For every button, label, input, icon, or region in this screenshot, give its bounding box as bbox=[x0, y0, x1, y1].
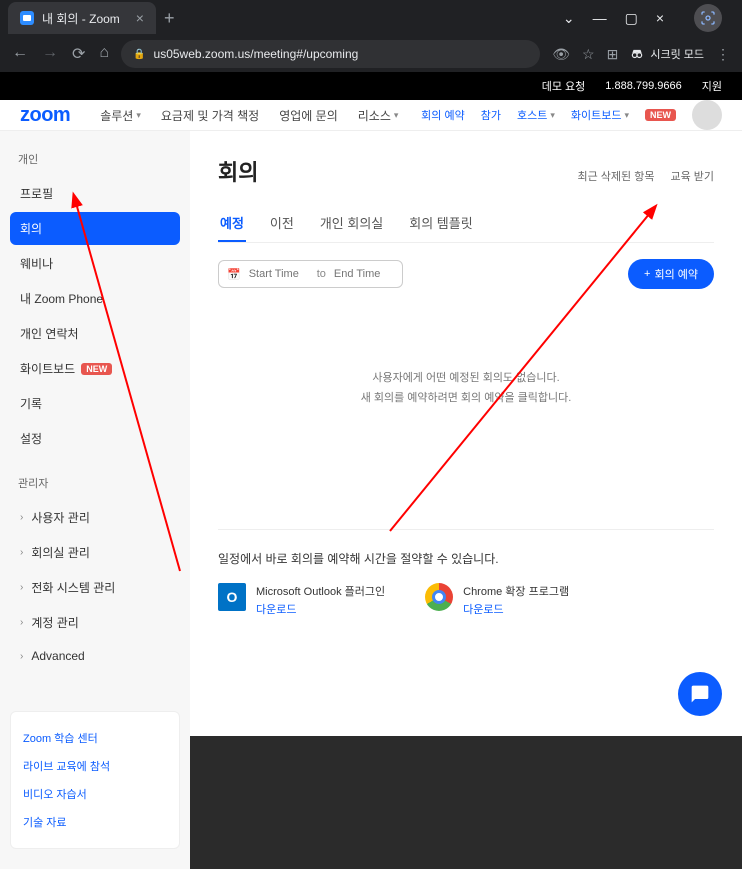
sidebar-item-webinar[interactable]: 웨비나 bbox=[10, 247, 180, 280]
minimize-icon[interactable]: — bbox=[593, 10, 607, 26]
chevron-down-icon[interactable]: ⌄ bbox=[563, 10, 575, 27]
top-info-bar: 데모 요청 1.888.799.9666 지원 bbox=[0, 72, 742, 100]
lens-icon[interactable] bbox=[694, 4, 722, 32]
incognito-badge[interactable]: 시크릿 모드 bbox=[630, 46, 704, 62]
empty-line-2: 새 회의를 예약하려면 회의 예약을 클릭합니다. bbox=[218, 389, 714, 409]
link-knowledge-base[interactable]: 기술 자료 bbox=[23, 808, 167, 836]
zoom-logo[interactable]: zoom bbox=[20, 104, 70, 127]
new-badge: NEW bbox=[81, 363, 112, 375]
zoom-header: zoom 솔루션▾ 요금제 및 가격 책정 영업에 문의 리소스▾ 회의 예약 … bbox=[0, 100, 742, 131]
sidebar-item-rooms[interactable]: ›회의실 관리 bbox=[10, 536, 180, 569]
date-range-picker[interactable]: 📅 to bbox=[218, 260, 403, 288]
nav-sales[interactable]: 영업에 문의 bbox=[279, 107, 338, 124]
back-icon[interactable]: ← bbox=[12, 44, 28, 64]
chevron-right-icon: › bbox=[20, 651, 23, 662]
outlook-integration: O Microsoft Outlook 플러그인 다운로드 bbox=[218, 583, 385, 617]
sidebar-item-users[interactable]: ›사용자 관리 bbox=[10, 501, 180, 534]
page-content: 회의 최근 삭제된 항목 교육 받기 예정 이전 개인 회의실 회의 템플릿 📅… bbox=[190, 131, 742, 869]
get-training-link[interactable]: 교육 받기 bbox=[670, 168, 714, 184]
sidebar-item-meeting[interactable]: 회의 bbox=[10, 212, 180, 245]
sidebar-item-advanced[interactable]: ›Advanced bbox=[10, 641, 180, 671]
sidebar-item-whiteboard[interactable]: 화이트보드 NEW bbox=[10, 352, 180, 385]
header-schedule-link[interactable]: 회의 예약 bbox=[421, 107, 465, 123]
tabs: 예정 이전 개인 회의실 회의 템플릿 bbox=[218, 205, 714, 243]
tab-templates[interactable]: 회의 템플릿 bbox=[407, 205, 474, 242]
recently-deleted-link[interactable]: 최근 삭제된 항목 bbox=[578, 168, 655, 184]
demo-link[interactable]: 데모 요청 bbox=[542, 78, 586, 94]
schedule-meeting-button[interactable]: + 회의 예약 bbox=[628, 259, 714, 289]
outlook-icon: O bbox=[218, 583, 246, 611]
outlook-download-link[interactable]: 다운로드 bbox=[256, 601, 385, 617]
sidebar-item-profile[interactable]: 프로필 bbox=[10, 177, 180, 210]
reload-icon[interactable]: ⟳ bbox=[72, 44, 85, 64]
address-bar[interactable]: 🔒 us05web.zoom.us/meeting#/upcoming bbox=[121, 40, 540, 68]
empty-line-1: 사용자에게 어떤 예정된 회의도 없습니다. bbox=[218, 369, 714, 389]
tab-title: 내 회의 - Zoom bbox=[42, 10, 120, 27]
sidebar-item-recording[interactable]: 기록 bbox=[10, 387, 180, 420]
extension-icon[interactable]: ⊞ bbox=[607, 46, 619, 63]
link-video-tutorials[interactable]: 비디오 자습서 bbox=[23, 780, 167, 808]
sidebar-section-admin: 관리자 bbox=[10, 475, 180, 491]
sidebar-item-contacts[interactable]: 개인 연락처 bbox=[10, 317, 180, 350]
sidebar-links-box: Zoom 학습 센터 라이브 교육에 참석 비디오 자습서 기술 자료 bbox=[10, 711, 180, 849]
tab-upcoming[interactable]: 예정 bbox=[218, 205, 246, 242]
support-link[interactable]: 지원 bbox=[702, 78, 722, 94]
new-tab-button[interactable]: + bbox=[164, 8, 175, 29]
header-host-link[interactable]: 호스트▾ bbox=[517, 107, 555, 123]
sidebar-item-phone[interactable]: 내 Zoom Phone bbox=[10, 282, 180, 315]
close-icon[interactable]: × bbox=[136, 10, 144, 26]
forward-icon[interactable]: → bbox=[42, 44, 58, 64]
chevron-right-icon: › bbox=[20, 582, 23, 593]
new-badge: NEW bbox=[645, 109, 676, 121]
sidebar-item-account[interactable]: ›계정 관리 bbox=[10, 606, 180, 639]
tab-bar: 내 회의 - Zoom × + ⌄ — ▢ × bbox=[0, 0, 742, 36]
browser-tab[interactable]: 내 회의 - Zoom × bbox=[8, 2, 156, 34]
plus-icon: + bbox=[644, 268, 650, 280]
chrome-download-link[interactable]: 다운로드 bbox=[463, 601, 569, 617]
empty-state: 사용자에게 어떤 예정된 회의도 없습니다. 새 회의를 예약하려면 회의 예약… bbox=[218, 369, 714, 409]
avatar[interactable] bbox=[692, 100, 722, 130]
nav-solutions[interactable]: 솔루션▾ bbox=[100, 107, 141, 124]
link-live-training[interactable]: 라이브 교육에 참석 bbox=[23, 752, 167, 780]
schedule-help-text: 일정에서 바로 회의를 예약해 시간을 절약할 수 있습니다. bbox=[218, 550, 714, 567]
outlook-title: Microsoft Outlook 플러그인 bbox=[256, 583, 385, 599]
chrome-title: Chrome 확장 프로그램 bbox=[463, 583, 569, 599]
to-label: to bbox=[317, 268, 326, 280]
page-title: 회의 bbox=[218, 155, 258, 187]
close-window-icon[interactable]: × bbox=[656, 10, 664, 26]
chevron-right-icon: › bbox=[20, 512, 23, 523]
home-icon[interactable]: ⌂ bbox=[99, 44, 109, 64]
star-icon[interactable]: ☆ bbox=[582, 46, 595, 63]
sidebar-item-phone-system[interactable]: ›전화 시스템 관리 bbox=[10, 571, 180, 604]
chevron-right-icon: › bbox=[20, 547, 23, 558]
lock-icon: 🔒 bbox=[133, 49, 145, 60]
end-time-input[interactable] bbox=[334, 268, 394, 280]
sidebar-section-personal: 개인 bbox=[10, 151, 180, 167]
nav-pricing[interactable]: 요금제 및 가격 책정 bbox=[161, 107, 259, 124]
tab-personal-room[interactable]: 개인 회의실 bbox=[318, 205, 385, 242]
chevron-right-icon: › bbox=[20, 617, 23, 628]
menu-icon[interactable]: ⋮ bbox=[716, 46, 730, 63]
chrome-integration: Chrome 확장 프로그램 다운로드 bbox=[425, 583, 569, 617]
calendar-icon: 📅 bbox=[227, 268, 241, 281]
header-whiteboard-link[interactable]: 화이트보드▾ bbox=[571, 107, 629, 123]
start-time-input[interactable] bbox=[249, 268, 309, 280]
chrome-icon bbox=[425, 583, 453, 611]
sidebar-item-settings[interactable]: 설정 bbox=[10, 422, 180, 455]
tab-previous[interactable]: 이전 bbox=[268, 205, 296, 242]
eye-slash-icon[interactable]: 👁 bbox=[552, 46, 570, 63]
sidebar: 개인 프로필 회의 웨비나 내 Zoom Phone 개인 연락처 화이트보드 … bbox=[0, 131, 190, 869]
zoom-favicon bbox=[20, 11, 34, 25]
header-join-link[interactable]: 참가 bbox=[481, 107, 501, 123]
phone-number[interactable]: 1.888.799.9666 bbox=[605, 80, 681, 92]
maximize-icon[interactable]: ▢ bbox=[625, 10, 638, 27]
link-learning-center[interactable]: Zoom 학습 센터 bbox=[23, 724, 167, 752]
url-text: us05web.zoom.us/meeting#/upcoming bbox=[154, 47, 359, 61]
chat-button[interactable] bbox=[678, 672, 722, 716]
nav-resources[interactable]: 리소스▾ bbox=[358, 107, 399, 124]
